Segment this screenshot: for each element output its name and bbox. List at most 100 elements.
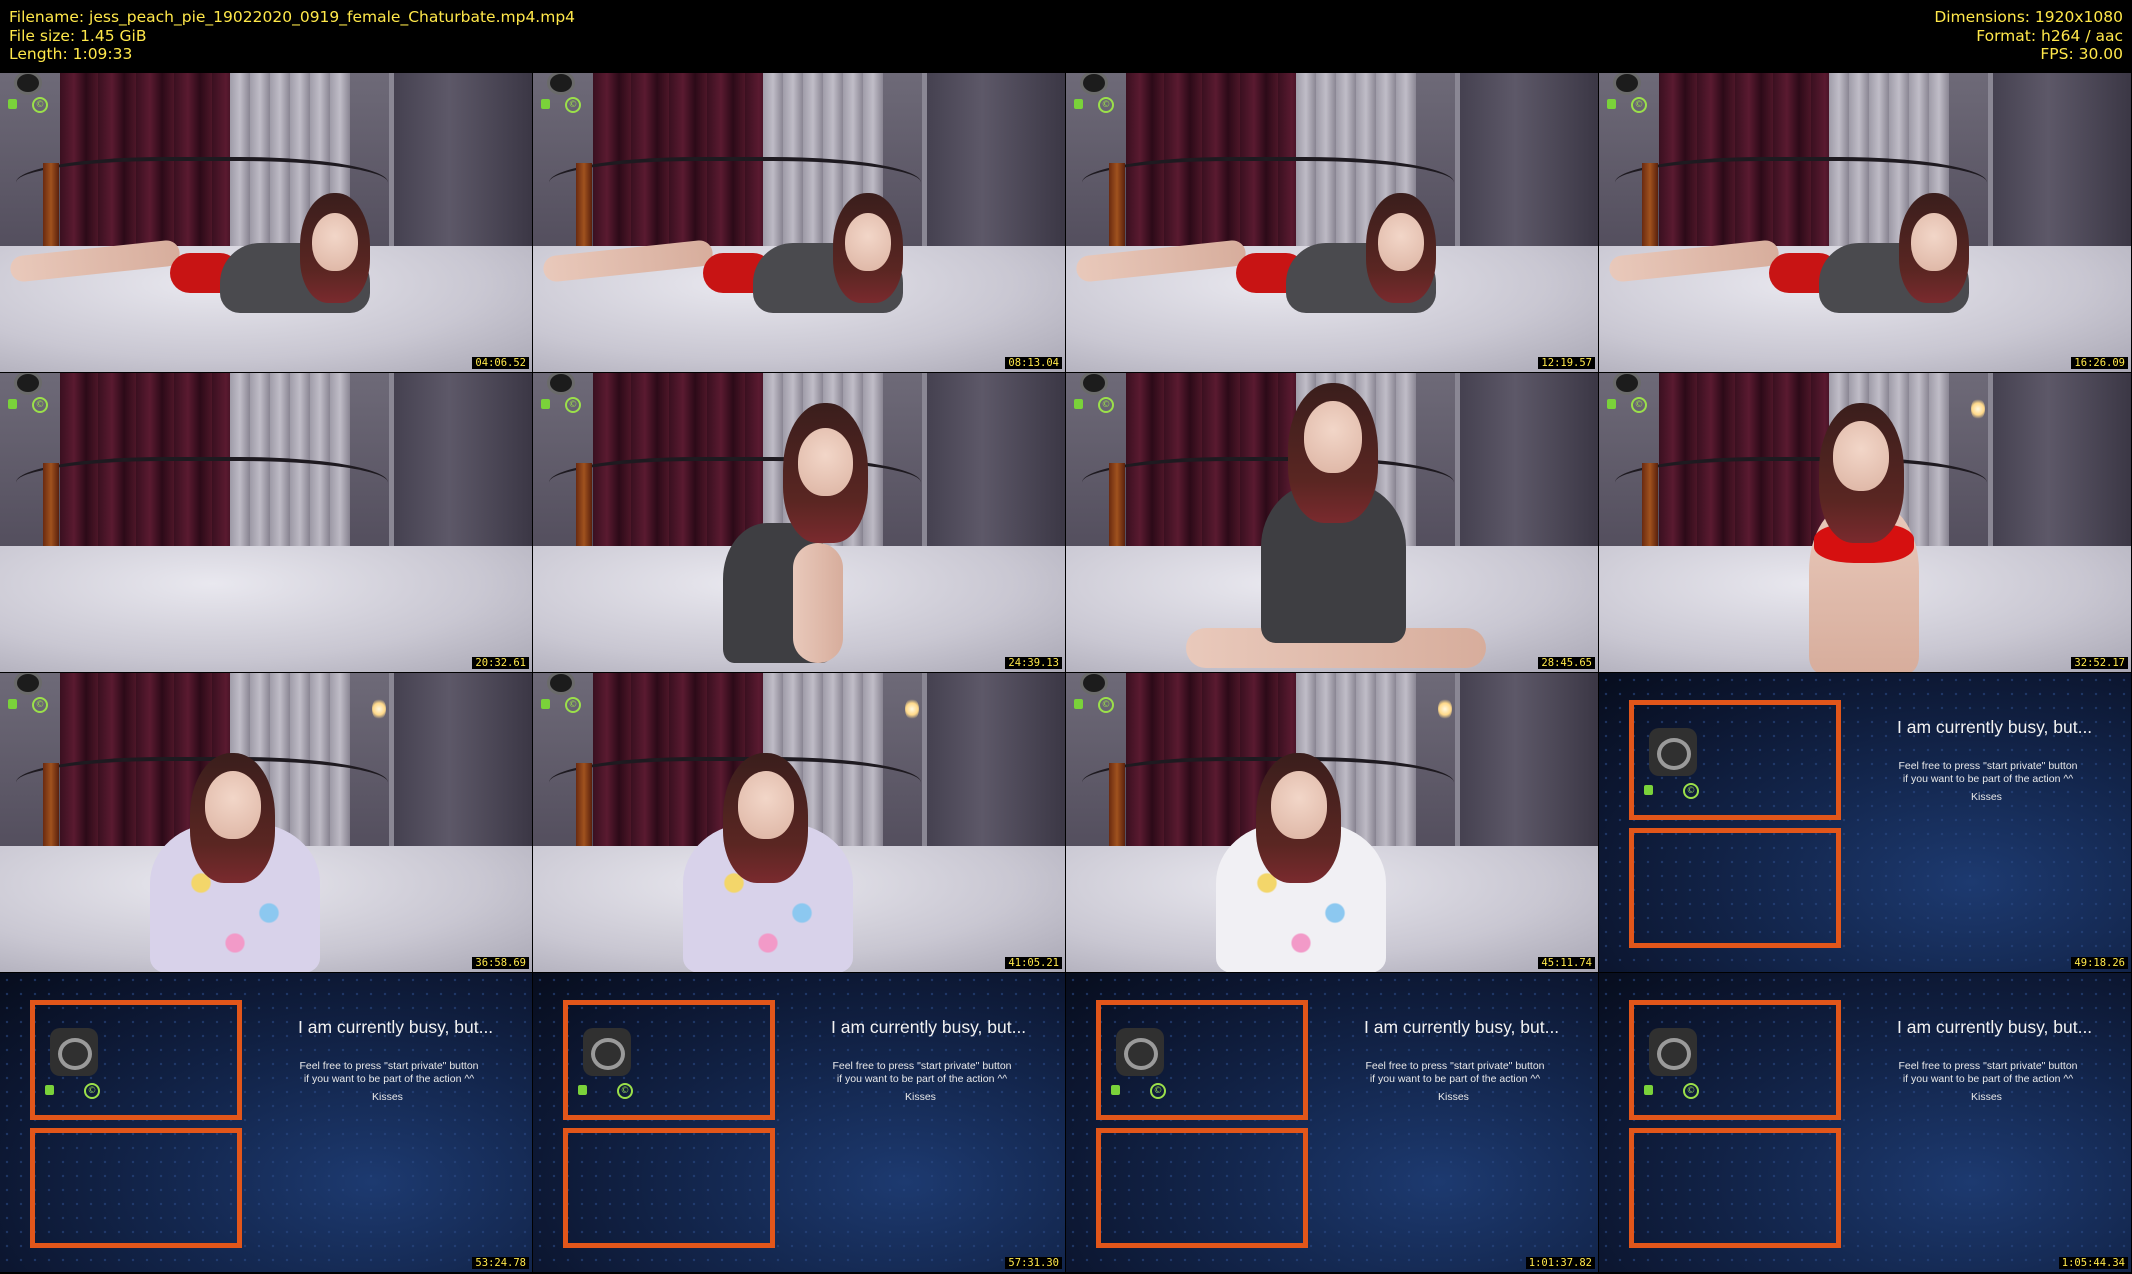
lock-icon bbox=[8, 99, 17, 109]
busy-line-2: if you want to be part of the action ^^ bbox=[836, 1073, 1008, 1085]
length-text: Length: 1:09:33 bbox=[9, 45, 133, 63]
cam-frame-bottom bbox=[1096, 1128, 1308, 1248]
copyright-icon: © bbox=[32, 97, 48, 113]
person bbox=[533, 673, 1065, 972]
cam-logo-icon bbox=[1613, 73, 1641, 95]
cam-logo-icon bbox=[1080, 73, 1108, 95]
lock-icon bbox=[8, 699, 17, 709]
busy-title: I am currently busy, but... bbox=[1897, 717, 2093, 737]
copyright-icon: © bbox=[1098, 697, 1114, 713]
thumbnail-frame: © 24:39.13 bbox=[533, 373, 1065, 672]
lock-icon bbox=[1111, 1085, 1120, 1095]
copyright-icon: © bbox=[32, 697, 48, 713]
stream-overlay-icons: © bbox=[1072, 673, 1114, 727]
busy-sign: Kisses bbox=[905, 1091, 936, 1103]
info-header: Filename: jess_peach_pie_19022020_0919_f… bbox=[0, 0, 2132, 72]
busy-line-1: Feel free to press "start private" butto… bbox=[832, 1060, 1012, 1072]
cam-logo-icon bbox=[547, 373, 575, 395]
timestamp-label: 20:32.61 bbox=[472, 657, 529, 669]
thumbnail-frame: © 20:32.61 bbox=[0, 373, 532, 672]
timestamp-label: 08:13.04 bbox=[1005, 357, 1062, 369]
busy-sign: Kisses bbox=[372, 1091, 403, 1103]
bed bbox=[0, 546, 532, 672]
thumbnail-frame: © I am currently busy, but... Feel free … bbox=[1599, 973, 2131, 1272]
timestamp-label: 1:05:44.34 bbox=[2058, 1257, 2128, 1269]
cam-logo-icon bbox=[1649, 728, 1697, 776]
timestamp-label: 16:26.09 bbox=[2071, 357, 2128, 369]
timestamp-label: 24:39.13 bbox=[1005, 657, 1062, 669]
timestamp-label: 57:31.30 bbox=[1005, 1257, 1062, 1269]
thumbnail-frame: © 41:05.21 bbox=[533, 673, 1065, 972]
timestamp-label: 53:24.78 bbox=[472, 1257, 529, 1269]
video-info: Dimensions: 1920x1080 Format: h264 / aac… bbox=[1934, 8, 2123, 64]
busy-line-2: if you want to be part of the action ^^ bbox=[1902, 1073, 2074, 1085]
lock-icon bbox=[45, 1085, 54, 1095]
cam-logo-icon bbox=[1613, 373, 1641, 395]
cam-logo-icon bbox=[14, 373, 42, 395]
thumbnail-frame: © I am currently busy, but... Feel free … bbox=[0, 973, 532, 1272]
fps-text: FPS: 30.00 bbox=[2040, 45, 2123, 63]
copyright-icon: © bbox=[32, 397, 48, 413]
copyright-icon: © bbox=[1683, 1083, 1699, 1099]
cam-frame-bottom bbox=[1629, 1128, 1841, 1248]
copyright-icon: © bbox=[1631, 397, 1647, 413]
copyright-icon: © bbox=[84, 1083, 100, 1099]
lock-icon bbox=[1074, 699, 1083, 709]
person bbox=[533, 73, 1065, 372]
format-text: Format: h264 / aac bbox=[1976, 26, 2123, 45]
timestamp-label: 12:19.57 bbox=[1538, 357, 1595, 369]
busy-line-1: Feel free to press "start private" butto… bbox=[1365, 1060, 1545, 1072]
person bbox=[1599, 73, 2131, 372]
cam-logo-icon bbox=[547, 73, 575, 95]
thumbnail-frame: © I am currently busy, but... Feel free … bbox=[1599, 673, 2131, 972]
busy-line-1: Feel free to press "start private" butto… bbox=[1898, 760, 2078, 772]
timestamp-label: 45:11.74 bbox=[1538, 957, 1595, 969]
lock-icon bbox=[1607, 399, 1616, 409]
thumbnail-frame: © 12:19.57 bbox=[1066, 73, 1598, 372]
copyright-icon: © bbox=[565, 697, 581, 713]
cam-logo-icon bbox=[14, 673, 42, 695]
busy-sign: Kisses bbox=[1971, 791, 2002, 803]
thumbnail-frame: © 04:06.52 bbox=[0, 73, 532, 372]
thumbnail-frame: © I am currently busy, but... Feel free … bbox=[1066, 973, 1598, 1272]
lock-icon bbox=[578, 1085, 587, 1095]
timestamp-label: 04:06.52 bbox=[472, 357, 529, 369]
cam-logo-icon bbox=[50, 1028, 98, 1076]
stream-overlay-icons: © bbox=[539, 373, 581, 427]
busy-title: I am currently busy, but... bbox=[1897, 1017, 2093, 1037]
thumbnail-frame: © 16:26.09 bbox=[1599, 73, 2131, 372]
person bbox=[1066, 73, 1598, 372]
cam-logo-icon bbox=[1649, 1028, 1697, 1076]
headboard bbox=[15, 456, 389, 521]
person bbox=[0, 673, 532, 972]
cam-frame-bottom bbox=[30, 1128, 242, 1248]
person bbox=[1599, 373, 2131, 672]
timestamp-label: 49:18.26 bbox=[2071, 957, 2128, 969]
thumbnail-frame: © 08:13.04 bbox=[533, 73, 1065, 372]
thumbnail-frame: © 32:52.17 bbox=[1599, 373, 2131, 672]
busy-line-1: Feel free to press "start private" butto… bbox=[299, 1060, 479, 1072]
copyright-icon: © bbox=[1098, 97, 1114, 113]
stream-overlay-icons: © bbox=[6, 373, 48, 427]
file-info: Filename: jess_peach_pie_19022020_0919_f… bbox=[9, 8, 575, 64]
thumbnail-grid: © 04:06.52 © 08:13.04 © 12:19.57 © 16:26… bbox=[0, 73, 2132, 1274]
stream-overlay-icons: © bbox=[539, 73, 581, 127]
stream-overlay-icons: © bbox=[1072, 73, 1114, 127]
copyright-icon: © bbox=[1150, 1083, 1166, 1099]
filename-text: Filename: jess_peach_pie_19022020_0919_f… bbox=[9, 8, 576, 26]
thumbnail-frame: © 28:45.65 bbox=[1066, 373, 1598, 672]
timestamp-label: 1:01:37.82 bbox=[1525, 1257, 1595, 1269]
stream-overlay-icons: © bbox=[539, 673, 581, 727]
copyright-icon: © bbox=[617, 1083, 633, 1099]
busy-line-2: if you want to be part of the action ^^ bbox=[1369, 1073, 1541, 1085]
cam-logo-icon bbox=[1116, 1028, 1164, 1076]
timestamp-label: 36:58.69 bbox=[472, 957, 529, 969]
lock-icon bbox=[541, 399, 550, 409]
lock-icon bbox=[8, 399, 17, 409]
cam-logo-icon bbox=[547, 673, 575, 695]
lock-icon bbox=[541, 99, 550, 109]
timestamp-label: 28:45.65 bbox=[1538, 657, 1595, 669]
person bbox=[1066, 673, 1598, 972]
lock-icon bbox=[1074, 399, 1083, 409]
stream-overlay-icons: © bbox=[1072, 373, 1114, 427]
